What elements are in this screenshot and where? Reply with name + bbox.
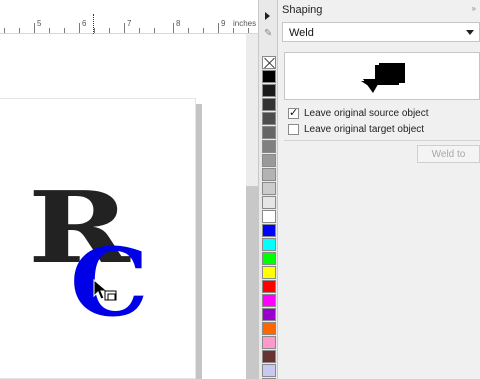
color-swatch[interactable] bbox=[262, 210, 276, 223]
shaping-operation-dropdown[interactable]: Weld bbox=[282, 22, 480, 42]
color-swatch[interactable] bbox=[262, 364, 276, 377]
color-swatch[interactable] bbox=[262, 224, 276, 237]
no-color-swatch[interactable] bbox=[262, 56, 276, 69]
color-swatch[interactable] bbox=[262, 308, 276, 321]
ruler-label: 9 bbox=[221, 19, 226, 28]
leave-target-label: Leave original target object bbox=[304, 123, 425, 135]
ruler-tick bbox=[94, 28, 95, 33]
ruler-tick bbox=[34, 23, 35, 33]
color-swatch[interactable] bbox=[262, 252, 276, 265]
color-swatch[interactable] bbox=[262, 196, 276, 209]
ruler-label: 7 bbox=[127, 19, 132, 28]
ruler-tick bbox=[218, 23, 219, 33]
color-swatch[interactable] bbox=[262, 84, 276, 97]
ruler-tick bbox=[233, 28, 234, 33]
ruler-label: 8 bbox=[176, 19, 181, 28]
color-swatch[interactable] bbox=[262, 238, 276, 251]
dropdown-selected-value: Weld bbox=[289, 27, 314, 39]
ruler-tick bbox=[109, 28, 110, 33]
docker-title: Shaping bbox=[282, 4, 323, 16]
ruler-tick bbox=[79, 23, 80, 33]
drawing-canvas[interactable]: 5 6 7 8 9 inches R C bbox=[0, 0, 258, 379]
horizontal-ruler[interactable]: 5 6 7 8 9 inches bbox=[0, 0, 258, 34]
color-swatch[interactable] bbox=[262, 112, 276, 125]
ruler-cursor-marker bbox=[93, 14, 94, 34]
ruler-unit-label: inches bbox=[233, 19, 257, 28]
weld-to-button[interactable]: Weld to bbox=[417, 145, 480, 163]
color-swatch[interactable] bbox=[262, 154, 276, 167]
color-swatch[interactable] bbox=[262, 126, 276, 139]
color-swatch[interactable] bbox=[262, 322, 276, 335]
ruler-tick bbox=[4, 28, 5, 33]
divider bbox=[284, 140, 480, 141]
color-swatch[interactable] bbox=[262, 98, 276, 111]
weld-preview-icon bbox=[361, 63, 405, 93]
leave-source-label: Leave original source object bbox=[304, 107, 429, 119]
color-swatch[interactable] bbox=[262, 70, 276, 83]
ruler-tick bbox=[49, 28, 50, 33]
ruler-tick bbox=[64, 28, 65, 33]
ruler-tick bbox=[203, 28, 204, 33]
leave-source-row[interactable]: Leave original source object bbox=[288, 106, 429, 120]
palette-expand-arrow-icon[interactable] bbox=[265, 12, 270, 20]
weld-preview bbox=[284, 52, 480, 100]
color-swatch[interactable] bbox=[262, 266, 276, 279]
weld-cursor-icon bbox=[93, 278, 117, 301]
ruler-label: 5 bbox=[37, 19, 42, 28]
ruler-tick bbox=[248, 28, 249, 33]
ruler-tick bbox=[139, 28, 140, 33]
page-shadow bbox=[196, 104, 202, 379]
ruler-tick bbox=[154, 28, 155, 33]
color-palette: ✎ bbox=[258, 0, 278, 379]
leave-target-row[interactable]: Leave original target object bbox=[288, 122, 424, 136]
ruler-label: 6 bbox=[82, 19, 87, 28]
ruler-tick bbox=[173, 23, 174, 33]
leave-source-checkbox[interactable] bbox=[288, 106, 299, 119]
eyedropper-icon[interactable]: ✎ bbox=[264, 28, 274, 39]
palette-swatches bbox=[262, 56, 276, 379]
color-swatch[interactable] bbox=[262, 294, 276, 307]
color-swatch[interactable] bbox=[262, 280, 276, 293]
chevron-down-icon bbox=[466, 30, 474, 35]
color-swatch[interactable] bbox=[262, 168, 276, 181]
leave-target-checkbox[interactable] bbox=[288, 123, 299, 135]
color-swatch[interactable] bbox=[262, 336, 276, 349]
docker-menu-icon[interactable]: » bbox=[472, 4, 476, 13]
color-swatch[interactable] bbox=[262, 182, 276, 195]
scrollbar-thumb[interactable] bbox=[246, 186, 258, 379]
color-swatch[interactable] bbox=[262, 350, 276, 363]
shaping-docker: Shaping » Weld Leave original source obj… bbox=[278, 0, 480, 379]
ruler-tick bbox=[19, 28, 20, 33]
color-swatch[interactable] bbox=[262, 140, 276, 153]
app-window: 5 6 7 8 9 inches R C ✎ Shaping » Weld ✓ … bbox=[0, 0, 480, 379]
ruler-tick bbox=[124, 23, 125, 33]
ruler-tick bbox=[188, 28, 189, 33]
